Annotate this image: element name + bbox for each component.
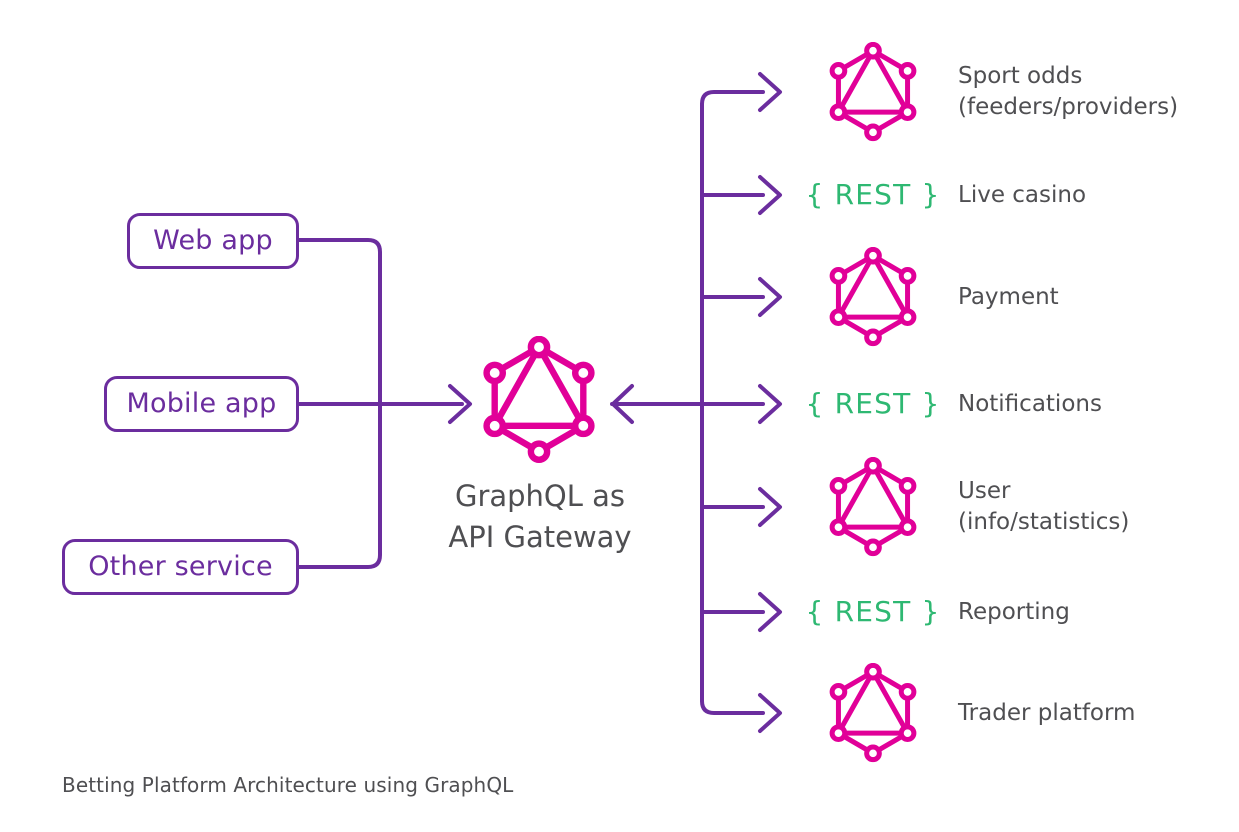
architecture-diagram: Web app Mobile app Other service GraphQL…	[0, 0, 1239, 832]
service-badge-rest: { REST }	[805, 390, 939, 418]
client-label-web-app: Web app	[153, 224, 273, 256]
client-box-other-service[interactable]: Other service	[62, 539, 299, 595]
service-label-live-casino: Live casino	[958, 181, 1087, 208]
service-label-sport-odds: Sport odds (feeders/providers)	[958, 63, 1179, 120]
rest-badge-label: { REST }	[805, 387, 941, 420]
service-row-user[interactable]: User (info/statistics)	[812, 452, 1232, 562]
rest-badge-label: { REST }	[805, 178, 941, 211]
service-label-trader-platform: Trader platform	[958, 699, 1136, 726]
client-box-web-app[interactable]: Web app	[127, 213, 299, 269]
wire-branch-1	[700, 90, 765, 106]
client-label-mobile-app: Mobile app	[126, 387, 277, 419]
service-label-reporting: Reporting	[958, 598, 1070, 625]
service-row-trader-platform[interactable]: Trader platform	[812, 658, 1232, 768]
service-row-reporting[interactable]: { REST } Reporting	[805, 557, 1232, 667]
service-badge-graphql	[812, 247, 934, 347]
service-row-notifications[interactable]: { REST } Notifications	[805, 349, 1232, 459]
service-row-payment[interactable]: Payment	[812, 242, 1232, 352]
service-badge-rest: { REST }	[805, 598, 939, 626]
wire-branch-7	[700, 699, 765, 715]
service-badge-graphql	[812, 457, 934, 557]
service-label-notifications: Notifications	[958, 390, 1102, 417]
wire-otherservice	[296, 414, 382, 569]
service-label-user: User (info/statistics)	[958, 478, 1130, 535]
service-row-sport-odds[interactable]: Sport odds (feeders/providers)	[812, 37, 1232, 147]
client-label-other-service: Other service	[88, 550, 273, 582]
graphql-logo-icon	[829, 247, 917, 347]
service-badge-rest: { REST }	[805, 181, 939, 209]
service-label-payment: Payment	[958, 283, 1059, 310]
rest-badge-label: { REST }	[805, 595, 941, 628]
graphql-logo-icon	[483, 336, 595, 464]
figure-caption: Betting Platform Architecture using Grap…	[62, 773, 514, 797]
service-row-live-casino[interactable]: { REST } Live casino	[805, 140, 1232, 250]
graphql-logo-icon	[829, 42, 917, 142]
service-badge-graphql	[812, 42, 934, 142]
gateway-caption: GraphQL as API Gateway	[448, 479, 632, 555]
graphql-logo-icon	[829, 457, 917, 557]
graphql-logo-icon	[829, 663, 917, 763]
wire-webapp	[296, 238, 382, 394]
service-badge-graphql	[812, 663, 934, 763]
client-box-mobile-app[interactable]: Mobile app	[104, 376, 299, 432]
